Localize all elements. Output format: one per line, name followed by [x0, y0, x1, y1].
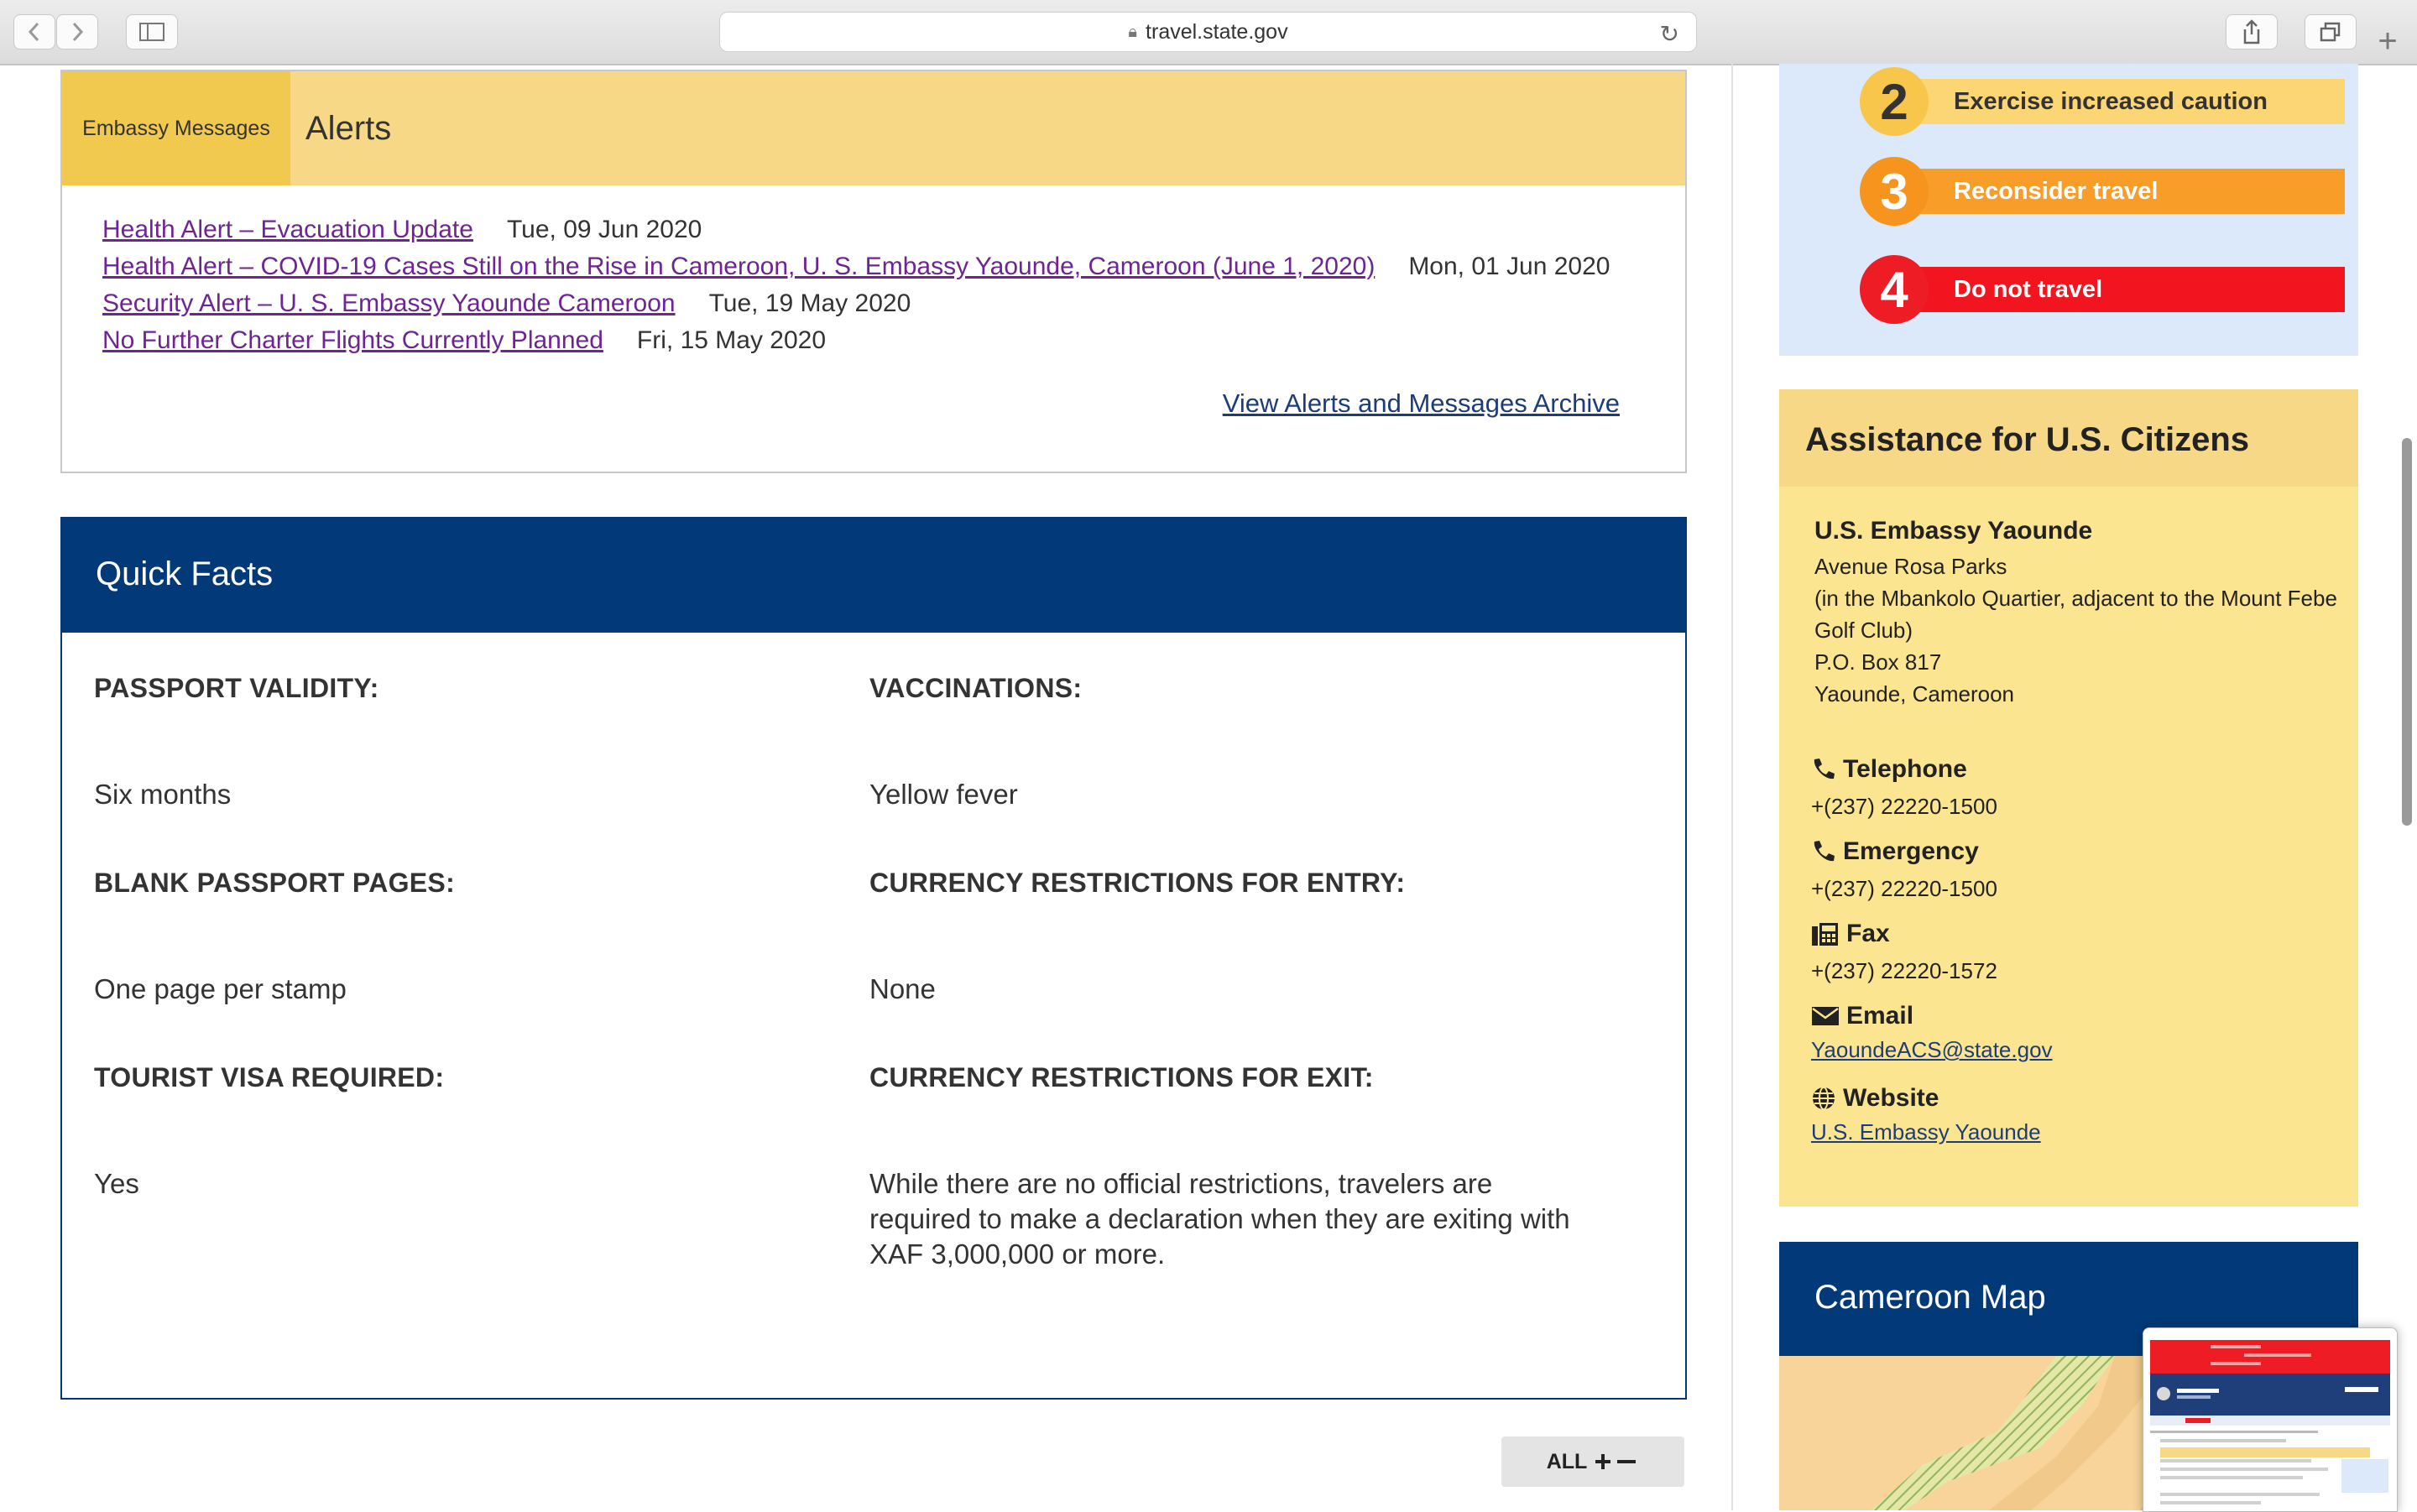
blank-pages-value: One page per stamp	[94, 973, 347, 1004]
forward-button[interactable]	[56, 14, 98, 50]
telephone-value: +(237) 22220-1500	[1811, 794, 1997, 819]
fax-heading: Fax	[1811, 920, 1890, 948]
advisory-level-number: 3	[1860, 157, 1929, 226]
currency-exit-line: XAF 3,000,000 or more.	[869, 1238, 1166, 1270]
chevron-left-icon	[28, 22, 39, 42]
quick-facts-header	[62, 519, 1685, 633]
telephone-heading: Telephone	[1811, 755, 1967, 784]
scrollbar-thumb[interactable]	[2402, 438, 2412, 826]
expand-all-label: ALL	[1546, 1449, 1588, 1473]
url-text: travel.state.gov	[1146, 19, 1288, 44]
address-line: Yaounde, Cameroon	[1814, 681, 2015, 706]
new-tab-button[interactable]: +	[2367, 18, 2409, 64]
address-line: Golf Club)	[1814, 618, 1913, 643]
currency-exit-line: required to make a declaration when they…	[869, 1203, 1570, 1234]
share-icon	[2243, 19, 2260, 44]
tabs-icon	[2320, 22, 2341, 42]
passport-validity-value: Six months	[94, 779, 232, 810]
phone-icon	[1814, 841, 1835, 862]
tabs-overview-button[interactable]	[2305, 14, 2357, 50]
tab-alerts[interactable]: Alerts	[305, 110, 391, 148]
advisory-levels-panel: Exercise increased caution 2 Reconsider …	[1779, 64, 2358, 356]
advisory-level-bar: Do not travel	[1893, 267, 2345, 312]
alert-date: Fri, 15 May 2020	[636, 326, 827, 354]
advisory-level-number: 2	[1860, 67, 1929, 136]
website-label: Website	[1843, 1084, 1939, 1112]
assistance-title: Assistance for U.S. Citizens	[1805, 421, 2250, 458]
advisory-level-bar: Reconsider travel	[1893, 169, 2345, 214]
address-line: (in the Mbankolo Quartier, adjacent to t…	[1814, 586, 2337, 611]
alert-link[interactable]: Health Alert – COVID-19 Cases Still on t…	[102, 253, 1375, 280]
currency-entry-value: None	[869, 973, 936, 1004]
chevron-right-icon	[72, 22, 84, 42]
thumbnail-image	[2143, 1328, 2397, 1511]
archive-link[interactable]: View Alerts and Messages Archive	[1223, 388, 1620, 419]
advisory-level-number: 4	[1860, 255, 1929, 324]
map-title: Cameroon Map	[1814, 1279, 2046, 1316]
blank-pages-label: BLANK PASSPORT PAGES:	[94, 868, 456, 898]
fax-label: Fax	[1846, 920, 1890, 947]
sidebar-toggle-button[interactable]	[126, 14, 178, 50]
alert-date: Mon, 01 Jun 2020	[1408, 253, 1610, 280]
browser-toolbar: 🔒︎ travel.state.gov ↻ +	[0, 0, 2417, 65]
vaccinations-value: Yellow fever	[869, 779, 1018, 810]
tab-embassy-messages[interactable]: Embassy Messages	[62, 71, 290, 185]
alert-link[interactable]: Security Alert – U. S. Embassy Yaounde C…	[102, 289, 676, 317]
envelope-icon	[1812, 1007, 1839, 1025]
globe-icon	[1813, 1087, 1835, 1110]
alert-date: Tue, 19 May 2020	[708, 289, 911, 317]
alert-date: Tue, 09 Jun 2020	[506, 216, 702, 243]
alert-item: Health Alert – COVID-19 Cases Still on t…	[102, 253, 1610, 281]
alert-item: Health Alert – Evacuation Update Tue, 09 …	[102, 216, 702, 244]
email-label: Email	[1846, 1002, 1914, 1030]
alerts-panel: Embassy Messages Alerts Health Alert – E…	[60, 70, 1687, 473]
telephone-label: Telephone	[1843, 755, 1967, 783]
emergency-label: Emergency	[1843, 837, 1979, 865]
emergency-value: +(237) 22220-1500	[1811, 876, 1997, 901]
alert-item: No Further Charter Flights Currently Pla…	[102, 326, 826, 355]
alert-link[interactable]: Health Alert – Evacuation Update	[102, 216, 473, 243]
plus-minus-icon	[1595, 1454, 1637, 1469]
lock-icon: 🔒︎	[1128, 22, 1138, 41]
currency-exit-label: CURRENCY RESTRICTIONS FOR EXIT:	[869, 1062, 1374, 1092]
address-line: Avenue Rosa Parks	[1814, 554, 2007, 579]
back-button[interactable]	[13, 14, 55, 50]
advisory-level-bar: Exercise increased caution	[1893, 79, 2345, 124]
email-link[interactable]: YaoundeACS@state.gov	[1811, 1037, 2053, 1063]
currency-entry-label: CURRENCY RESTRICTIONS FOR ENTRY:	[869, 868, 1406, 898]
reload-icon[interactable]: ↻	[1660, 20, 1679, 48]
sidebar-icon	[139, 23, 164, 41]
phone-icon	[1814, 759, 1835, 779]
website-heading: Website	[1811, 1084, 1939, 1113]
address-bar[interactable]: 🔒︎ travel.state.gov ↻	[719, 12, 1697, 52]
email-heading: Email	[1811, 1002, 1913, 1030]
tourist-visa-label: TOURIST VISA REQUIRED:	[94, 1062, 445, 1092]
share-button[interactable]	[2226, 14, 2278, 50]
plus-icon: +	[2378, 22, 2398, 60]
fax-value: +(237) 22220-1572	[1811, 958, 1997, 983]
tourist-visa-value: Yes	[94, 1168, 139, 1199]
address-line: P.O. Box 817	[1814, 649, 1942, 675]
expand-all-button[interactable]: ALL	[1501, 1436, 1684, 1487]
passport-validity-label: PASSPORT VALIDITY:	[94, 673, 379, 703]
emergency-heading: Emergency	[1811, 837, 1979, 866]
website-link[interactable]: U.S. Embassy Yaounde	[1811, 1119, 2041, 1145]
assistance-panel: Assistance for U.S. Citizens U.S. Embass…	[1779, 389, 2358, 1207]
fax-icon	[1812, 923, 1838, 946]
alert-item: Security Alert – U. S. Embassy Yaounde C…	[102, 289, 911, 318]
quick-facts-panel: Quick Facts PASSPORT VALIDITY: Six month…	[60, 517, 1687, 1400]
quick-facts-title: Quick Facts	[96, 555, 274, 592]
alert-link[interactable]: No Further Charter Flights Currently Pla…	[102, 326, 603, 354]
page-preview-thumbnail[interactable]	[2143, 1327, 2398, 1512]
advisory-level-label: Do not travel	[1954, 275, 2103, 303]
vaccinations-label: VACCINATIONS:	[869, 673, 1083, 703]
embassy-name: U.S. Embassy Yaounde	[1814, 517, 2093, 545]
advisory-level-label: Exercise increased caution	[1954, 87, 2268, 115]
currency-exit-line: While there are no official restrictions…	[869, 1168, 1493, 1199]
advisory-level-label: Reconsider travel	[1954, 177, 2159, 205]
column-divider	[1731, 64, 1733, 1510]
